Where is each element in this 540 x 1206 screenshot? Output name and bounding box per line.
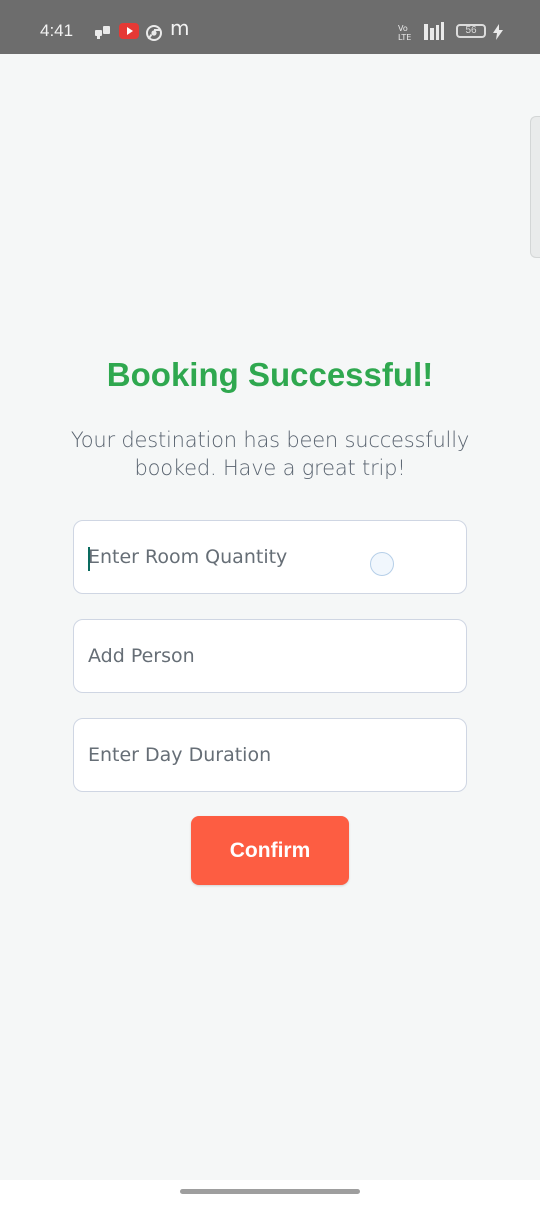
home-indicator[interactable]	[180, 1189, 360, 1194]
youtube-icon	[119, 23, 139, 39]
app-screen: 4:41 m Vo LTE 56 Booking Successful! You…	[0, 0, 540, 1206]
battery-icon: 56	[456, 24, 486, 38]
m-app-icon: m	[170, 16, 190, 40]
status-time: 4:41	[40, 21, 74, 40]
status-bar: 4:41 m Vo LTE 56	[0, 0, 540, 54]
svg-text:Vo: Vo	[398, 24, 408, 33]
booking-success-message: Your destination has been successfully b…	[70, 428, 470, 480]
room-quantity-input[interactable]	[88, 521, 448, 593]
chrome-icon	[146, 24, 162, 42]
chat-notification-icon	[95, 24, 111, 42]
day-duration-input[interactable]	[88, 719, 448, 791]
booking-success-title: Booking Successful!	[106, 356, 434, 393]
charging-icon	[492, 23, 504, 41]
volte-icon: Vo LTE	[398, 23, 412, 41]
confirm-button[interactable]: Confirm	[191, 816, 349, 885]
add-person-input[interactable]	[88, 620, 448, 692]
room-quantity-field[interactable]	[73, 520, 467, 594]
text-cursor	[88, 547, 90, 571]
touch-indicator	[370, 552, 394, 576]
navigation-bar	[0, 1180, 540, 1206]
svg-text:LTE: LTE	[398, 33, 411, 41]
edge-panel-handle[interactable]	[530, 116, 540, 258]
add-person-field[interactable]	[73, 619, 467, 693]
day-duration-field[interactable]	[73, 718, 467, 792]
battery-level: 56	[465, 25, 477, 36]
signal-icon	[424, 22, 446, 40]
